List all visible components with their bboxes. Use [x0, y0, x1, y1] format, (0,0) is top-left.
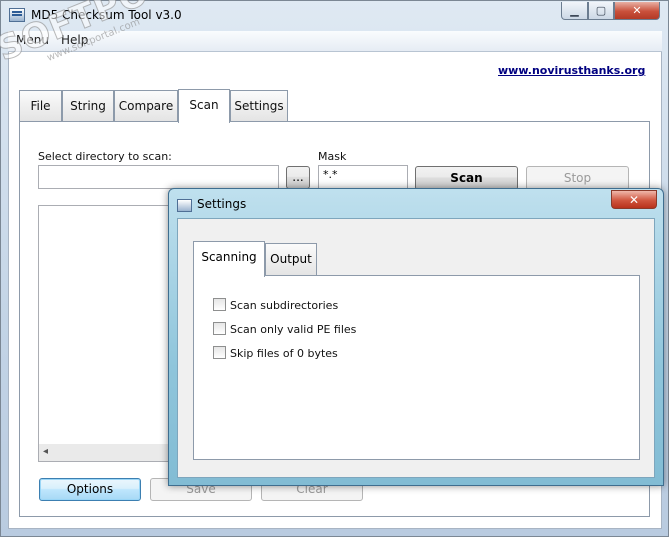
close-button[interactable]: ✕ — [614, 2, 660, 20]
stop-button[interactable]: Stop — [526, 166, 629, 190]
menu-bar: Menu Help — [8, 31, 662, 52]
tab-string[interactable]: String — [62, 90, 114, 121]
title-bar[interactable]: MD5 Checksum Tool v3.0 ▁ ▢ ✕ — [1, 1, 668, 30]
scroll-left-icon[interactable]: ◂ — [43, 446, 48, 457]
dialog-close-button[interactable]: ✕ — [611, 190, 657, 209]
directory-label: Select directory to scan: — [38, 150, 172, 163]
tab-file[interactable]: File — [19, 90, 62, 121]
mask-label: Mask — [318, 150, 347, 163]
skip-zero-bytes-checkbox[interactable]: Skip files of 0 bytes — [213, 346, 338, 360]
menu-item-help[interactable]: Help — [61, 33, 88, 47]
dialog-title: Settings — [197, 197, 247, 211]
mask-input[interactable]: *.* — [318, 165, 408, 189]
checkbox-label: Scan subdirectories — [230, 299, 339, 312]
dialog-tab-scanning[interactable]: Scanning — [193, 241, 265, 277]
directory-input[interactable] — [38, 165, 279, 189]
scan-subdirectories-checkbox[interactable]: Scan subdirectories — [213, 298, 338, 312]
dialog-tab-output[interactable]: Output — [265, 243, 317, 275]
window-title: MD5 Checksum Tool v3.0 — [31, 8, 182, 22]
app-icon — [9, 8, 25, 22]
tab-scan[interactable]: Scan — [178, 89, 230, 123]
settings-dialog: Settings ✕ Scanning Output Scan subdirec… — [168, 188, 664, 486]
tab-compare[interactable]: Compare — [114, 90, 178, 121]
menu-item-menu[interactable]: Menu — [16, 33, 49, 47]
horizontal-scrollbar[interactable]: ◂ — [39, 444, 177, 461]
results-list[interactable]: ◂ — [38, 205, 178, 462]
checkbox-box[interactable] — [213, 346, 226, 359]
checkbox-box[interactable] — [213, 322, 226, 335]
tab-settings[interactable]: Settings — [230, 90, 288, 121]
options-button[interactable]: Options — [39, 478, 141, 501]
dialog-icon — [177, 199, 192, 212]
minimize-button[interactable]: ▁ — [561, 2, 588, 20]
scan-valid-pe-checkbox[interactable]: Scan only valid PE files — [213, 322, 356, 336]
website-link[interactable]: www.novirusthanks.org — [498, 64, 645, 77]
browse-button[interactable]: ... — [286, 166, 310, 189]
maximize-button[interactable]: ▢ — [588, 2, 614, 20]
checkbox-label: Skip files of 0 bytes — [230, 347, 338, 360]
checkbox-label: Scan only valid PE files — [230, 323, 357, 336]
scan-button[interactable]: Scan — [415, 166, 518, 190]
checkbox-box[interactable] — [213, 298, 226, 311]
